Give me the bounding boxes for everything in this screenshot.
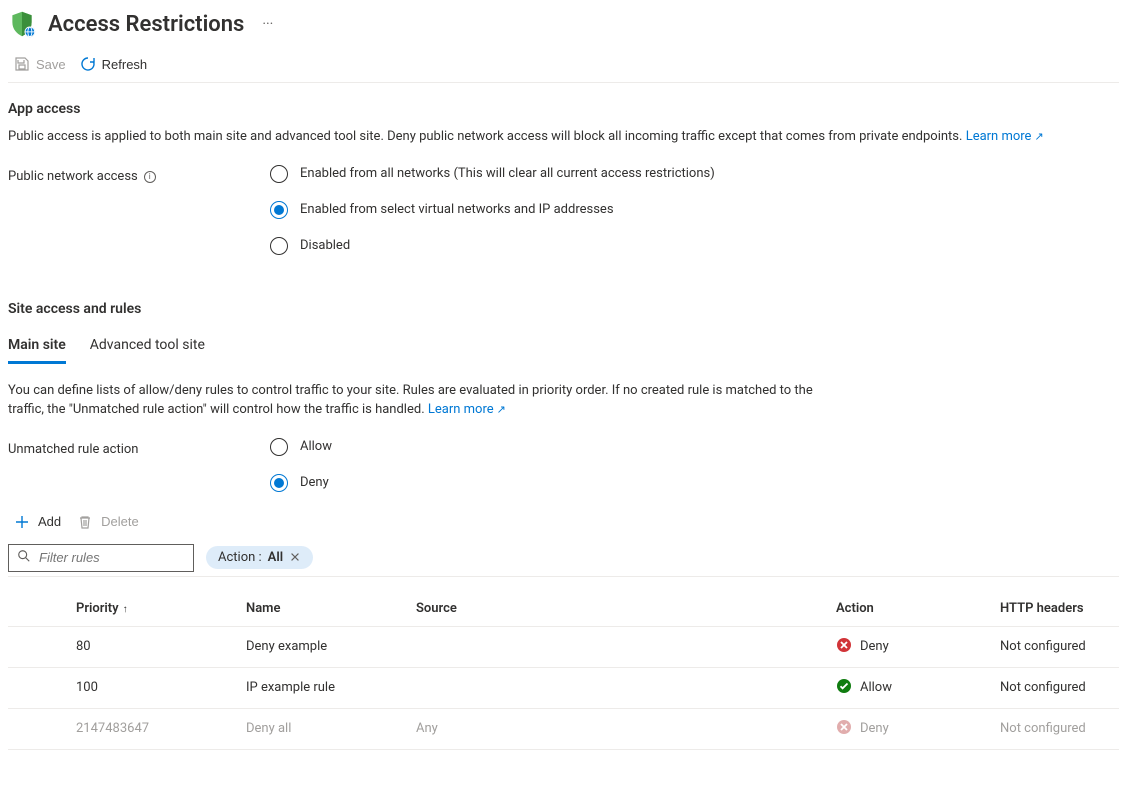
delete-rule-button[interactable]: Delete <box>77 514 139 530</box>
pill-prefix: Action : <box>218 550 262 565</box>
radio-label: Enabled from select virtual networks and… <box>300 202 614 217</box>
radio-label: Enabled from all networks (This will cle… <box>300 166 715 181</box>
page-title: Access Restrictions <box>48 12 244 37</box>
radio-icon <box>270 474 288 492</box>
cell-priority: 2147483647 <box>68 708 238 749</box>
table-row[interactable]: 2147483647Deny allAnyDenyNot configured <box>8 708 1119 749</box>
cell-http-headers: Not configured <box>992 708 1119 749</box>
shield-icon <box>8 10 36 38</box>
radio-disabled[interactable]: Disabled <box>270 237 715 255</box>
radio-enabled-select-networks[interactable]: Enabled from select virtual networks and… <box>270 201 715 219</box>
save-label: Save <box>36 57 66 72</box>
save-button[interactable]: Save <box>14 56 66 72</box>
external-link-icon: ↗ <box>497 403 506 416</box>
app-access-learn-more-link[interactable]: Learn more↗ <box>966 129 1044 144</box>
cell-http-headers: Not configured <box>992 667 1119 708</box>
app-access-heading: App access <box>8 101 1119 117</box>
add-rule-button[interactable]: Add <box>14 514 61 530</box>
rules-table: Priority↑ Name Source Action HTTP header… <box>8 591 1119 750</box>
cell-priority: 80 <box>68 626 238 667</box>
col-http-headers[interactable]: HTTP headers <box>992 591 1119 627</box>
filter-pill-action[interactable]: Action : All <box>206 546 313 569</box>
deny-icon <box>836 637 852 657</box>
filter-bar: Action : All <box>8 540 1119 577</box>
table-header-row: Priority↑ Name Source Action HTTP header… <box>8 591 1119 627</box>
sort-asc-icon: ↑ <box>123 604 128 615</box>
close-icon[interactable] <box>289 551 303 565</box>
cell-source <box>408 626 828 667</box>
filter-rules-input[interactable] <box>39 550 185 565</box>
table-row[interactable]: 80Deny example DenyNot configured <box>8 626 1119 667</box>
external-link-icon: ↗ <box>1034 130 1043 143</box>
filter-rules-search[interactable] <box>8 544 194 572</box>
more-menu-button[interactable]: ··· <box>262 16 273 32</box>
public-network-access-label: Public network access i <box>8 165 270 255</box>
delete-label: Delete <box>101 514 139 529</box>
refresh-button[interactable]: Refresh <box>80 56 148 72</box>
col-action[interactable]: Action <box>828 591 992 627</box>
cell-name: IP example rule <box>238 667 408 708</box>
site-access-learn-more-link[interactable]: Learn more↗ <box>428 402 506 417</box>
save-icon <box>14 56 30 72</box>
cell-http-headers: Not configured <box>992 626 1119 667</box>
unmatched-rule-action-radio-group: Allow Deny <box>270 438 332 492</box>
public-network-access-radio-group: Enabled from all networks (This will cle… <box>270 165 715 255</box>
radio-unmatched-deny[interactable]: Deny <box>270 474 332 492</box>
refresh-icon <box>80 56 96 72</box>
table-row[interactable]: 100IP example rule AllowNot configured <box>8 667 1119 708</box>
radio-icon <box>270 237 288 255</box>
radio-unmatched-allow[interactable]: Allow <box>270 438 332 456</box>
tab-advanced-tool-site[interactable]: Advanced tool site <box>90 331 205 363</box>
radio-enabled-all-networks[interactable]: Enabled from all networks (This will cle… <box>270 165 715 183</box>
search-icon <box>17 549 31 567</box>
deny-icon <box>836 719 852 739</box>
cell-action: Deny <box>828 626 992 667</box>
plus-icon <box>14 514 30 530</box>
allow-icon <box>836 678 852 698</box>
add-label: Add <box>38 514 61 529</box>
col-source[interactable]: Source <box>408 591 828 627</box>
unmatched-rule-action-label: Unmatched rule action <box>8 438 270 492</box>
info-icon[interactable]: i <box>144 171 156 183</box>
cell-source <box>408 667 828 708</box>
refresh-label: Refresh <box>102 57 148 72</box>
radio-label: Allow <box>300 439 332 454</box>
radio-icon <box>270 438 288 456</box>
tab-main-site[interactable]: Main site <box>8 331 66 364</box>
trash-icon <box>77 514 93 530</box>
command-bar: Save Refresh <box>8 50 1119 83</box>
cell-action: Deny <box>828 708 992 749</box>
cell-action: Allow <box>828 667 992 708</box>
app-access-description: Public access is applied to both main si… <box>8 127 1119 147</box>
cell-name: Deny example <box>238 626 408 667</box>
cell-source: Any <box>408 708 828 749</box>
cell-name: Deny all <box>238 708 408 749</box>
radio-icon <box>270 201 288 219</box>
site-access-heading: Site access and rules <box>8 301 1119 317</box>
col-priority[interactable]: Priority↑ <box>68 591 238 627</box>
col-name[interactable]: Name <box>238 591 408 627</box>
site-tabs: Main site Advanced tool site <box>8 331 1119 363</box>
radio-label: Disabled <box>300 238 350 253</box>
radio-label: Deny <box>300 475 329 490</box>
pill-value: All <box>268 550 283 565</box>
site-access-description: You can define lists of allow/deny rules… <box>8 381 838 420</box>
rules-command-bar: Add Delete <box>8 492 1119 540</box>
cell-priority: 100 <box>68 667 238 708</box>
radio-icon <box>270 165 288 183</box>
